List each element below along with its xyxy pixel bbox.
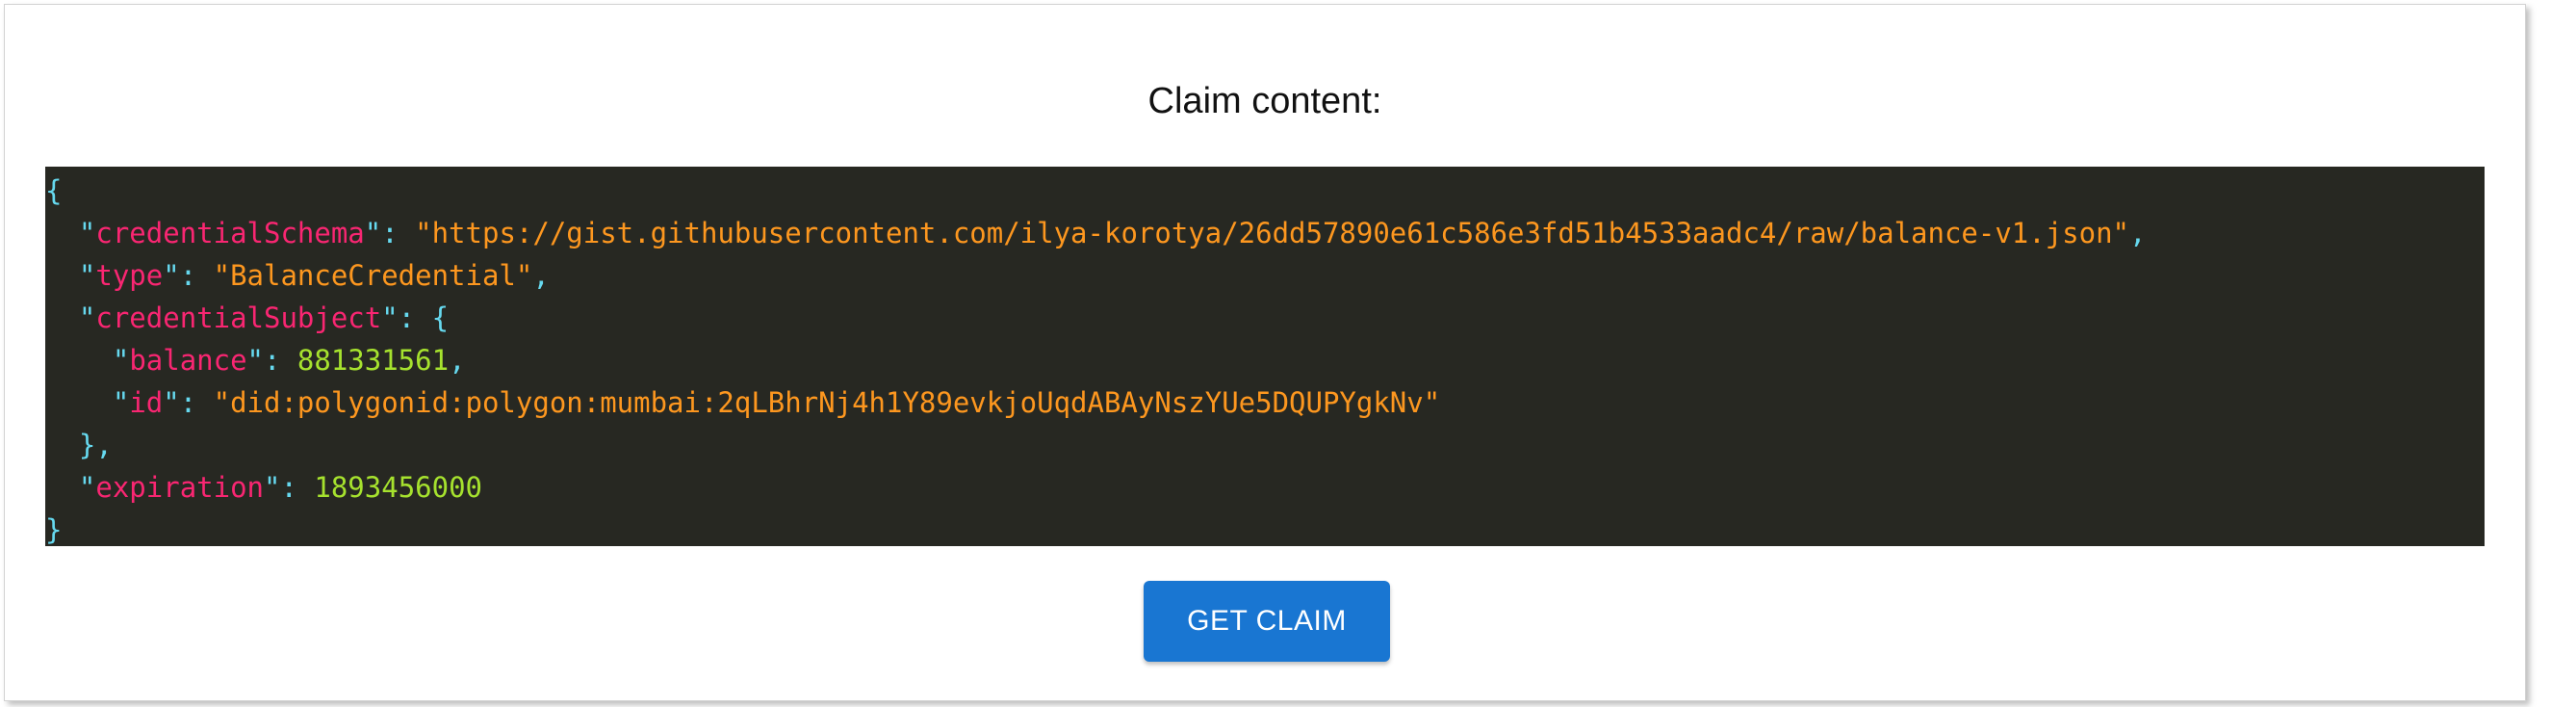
json-punctuation: ": <box>246 344 297 377</box>
json-punctuation: " <box>45 386 130 419</box>
json-punctuation: ": <box>163 386 214 419</box>
json-punctuation: ": <box>364 217 416 249</box>
json-number-value: 1893456000 <box>314 471 482 504</box>
json-key: expiration <box>95 471 264 504</box>
json-punctuation: " <box>45 217 96 249</box>
json-string-value: "did:polygonid:polygon:mumbai:2qLBhrNj4h… <box>213 386 1441 419</box>
claim-card: Claim content: { "credentialSchema": "ht… <box>4 4 2526 701</box>
json-string-value: "BalanceCredential" <box>213 259 533 292</box>
claim-content-title: Claim content: <box>1147 81 1382 121</box>
code-line: "expiration": 1893456000 <box>45 466 2485 509</box>
get-claim-button[interactable]: GET CLAIM <box>1144 581 1390 662</box>
code-line: { <box>45 170 2485 212</box>
json-punctuation: ": <box>264 471 315 504</box>
code-line: "balance": 881331561, <box>45 339 2485 381</box>
json-key: balance <box>129 344 247 377</box>
json-punctuation: ": { <box>381 301 450 334</box>
json-punctuation: , <box>449 344 466 377</box>
json-punctuation: { <box>45 174 63 207</box>
claim-json-code-block: { "credentialSchema": "https://gist.gith… <box>45 167 2485 546</box>
json-punctuation: , <box>2129 217 2147 249</box>
json-punctuation: }, <box>45 429 113 461</box>
json-punctuation: ": <box>163 259 214 292</box>
json-punctuation: " <box>45 301 96 334</box>
json-key: id <box>129 386 164 419</box>
json-punctuation: , <box>532 259 550 292</box>
json-number-value: 881331561 <box>296 344 450 377</box>
code-line: }, <box>45 424 2485 466</box>
code-line: "credentialSchema": "https://gist.github… <box>45 212 2485 254</box>
code-line: "type": "BalanceCredential", <box>45 254 2485 297</box>
code-line: "credentialSubject": { <box>45 297 2485 339</box>
json-punctuation: } <box>45 513 63 546</box>
json-key: credentialSubject <box>95 301 382 334</box>
json-string-value: "https://gist.githubusercontent.com/ilya… <box>415 217 2130 249</box>
json-punctuation: " <box>45 471 96 504</box>
json-key: type <box>95 259 164 292</box>
code-line: "id": "did:polygonid:polygon:mumbai:2qLB… <box>45 381 2485 424</box>
code-line: } <box>45 509 2485 546</box>
json-punctuation: " <box>45 259 96 292</box>
json-key: credentialSchema <box>95 217 365 249</box>
json-punctuation: " <box>45 344 130 377</box>
